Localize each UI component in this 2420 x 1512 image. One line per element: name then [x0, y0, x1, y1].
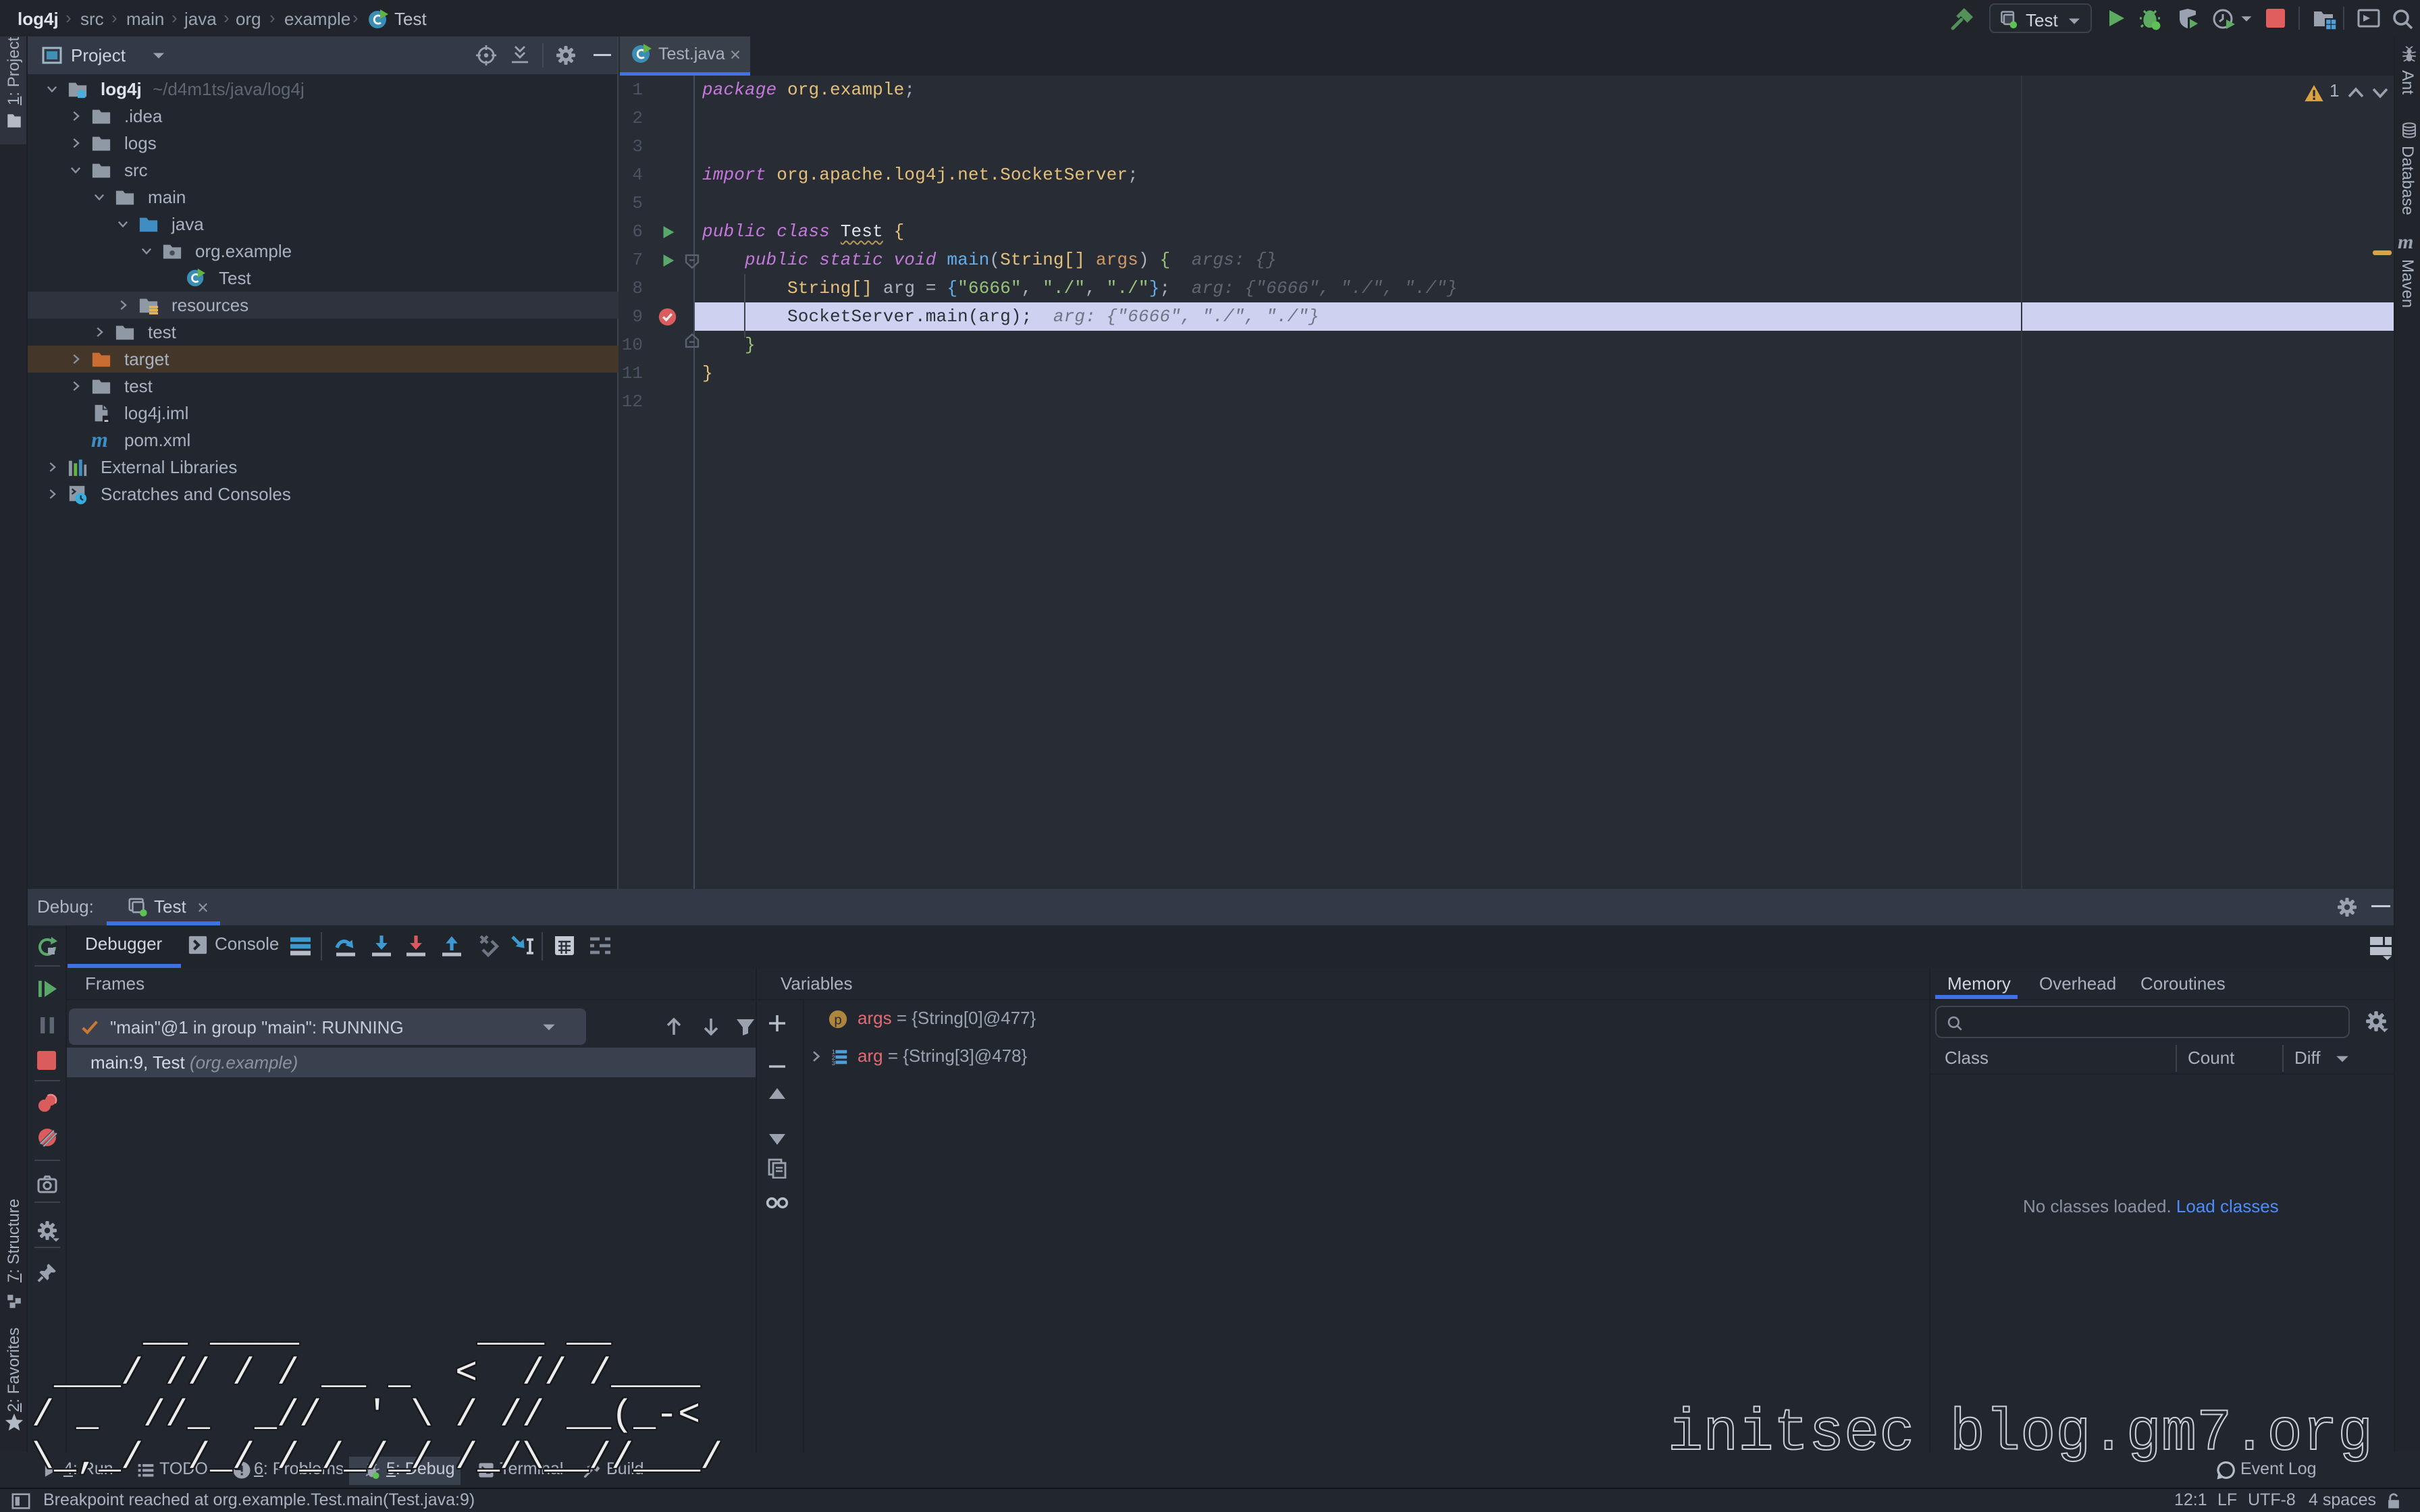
- svg-text:p: p: [834, 1014, 842, 1029]
- svg-text:3: 3: [832, 1060, 835, 1066]
